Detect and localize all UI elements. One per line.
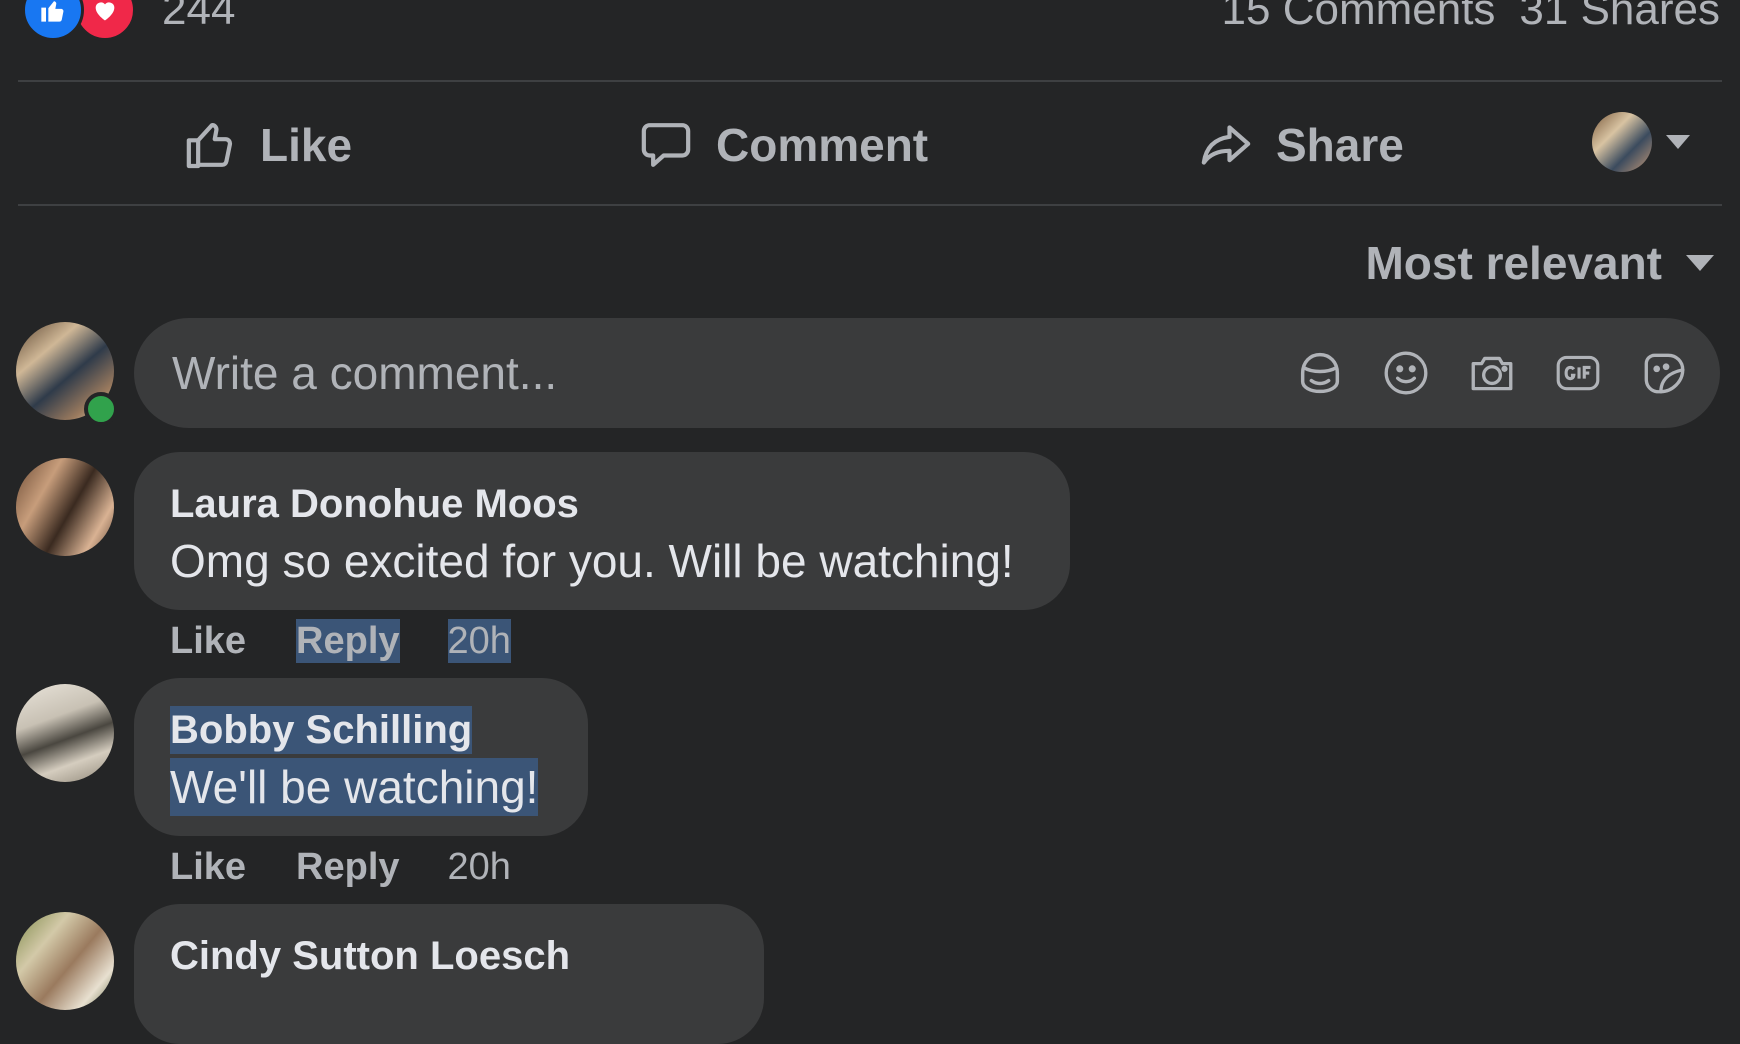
comment-actions: Like Reply 20h <box>170 845 511 889</box>
comment-bubble: Bobby Schilling We'll be watching! <box>134 678 588 836</box>
sort-label: Most relevant <box>1365 237 1662 289</box>
comment-timestamp[interactable]: 20h <box>448 845 511 889</box>
divider <box>18 80 1722 82</box>
reaction-count[interactable]: 244 <box>162 0 235 35</box>
comment-author[interactable]: Bobby Schilling <box>170 706 473 754</box>
avatar-sticker-icon[interactable] <box>1294 342 1346 404</box>
share-button[interactable]: Share <box>1196 100 1404 190</box>
comment-author[interactable]: Cindy Sutton Loesch <box>170 932 570 980</box>
comment-like-button[interactable]: Like <box>170 845 246 889</box>
comment-bubble-icon <box>636 117 696 173</box>
online-status-indicator <box>84 392 118 426</box>
comments-count[interactable]: 15 Comments <box>1222 0 1496 35</box>
sticker-icon[interactable] <box>1638 342 1690 404</box>
thumbs-up-outline-icon <box>182 117 240 173</box>
post-as-selector[interactable] <box>1592 112 1690 172</box>
comment-text: Omg so excited for you. Will be watching… <box>170 535 1014 587</box>
comment-bubble: Laura Donohue Moos Omg so excited for yo… <box>134 452 1070 610</box>
thumbs-up-icon <box>22 0 84 41</box>
comment-reply-button[interactable]: Reply <box>296 619 400 663</box>
reaction-summary[interactable]: 244 <box>22 0 235 42</box>
comment-author[interactable]: Laura Donohue Moos <box>170 480 579 528</box>
comment-actions: Like Reply 20h <box>170 619 511 663</box>
emoji-icon[interactable] <box>1380 342 1432 404</box>
shares-count[interactable]: 31 Shares <box>1519 0 1720 35</box>
comment-input[interactable] <box>170 345 1224 401</box>
divider <box>18 204 1722 206</box>
comment-bubble: Cindy Sutton Loesch <box>134 904 764 1044</box>
comment-sort-dropdown[interactable]: Most relevant <box>1365 236 1714 290</box>
caret-down-icon <box>1666 135 1690 149</box>
post-counts: 15 Comments 31 Shares <box>1222 0 1720 42</box>
avatar <box>1592 112 1652 172</box>
avatar[interactable] <box>16 684 114 782</box>
gif-icon[interactable] <box>1552 342 1604 404</box>
caret-down-icon <box>1686 255 1714 271</box>
like-button-label: Like <box>260 119 353 171</box>
comment-button-label: Comment <box>716 119 929 171</box>
share-arrow-icon <box>1196 117 1256 173</box>
share-button-label: Share <box>1276 119 1404 171</box>
comment-button[interactable]: Comment <box>636 100 928 190</box>
comment-text: We'll be watching! <box>170 758 539 816</box>
comment-reply-button[interactable]: Reply <box>296 845 399 889</box>
avatar[interactable] <box>16 458 114 556</box>
like-button[interactable]: Like <box>182 100 352 190</box>
camera-icon[interactable] <box>1466 342 1518 404</box>
comment-timestamp[interactable]: 20h <box>447 619 511 663</box>
comment-like-button[interactable]: Like <box>170 619 246 663</box>
comment-composer[interactable] <box>134 318 1720 428</box>
avatar[interactable] <box>16 912 114 1010</box>
